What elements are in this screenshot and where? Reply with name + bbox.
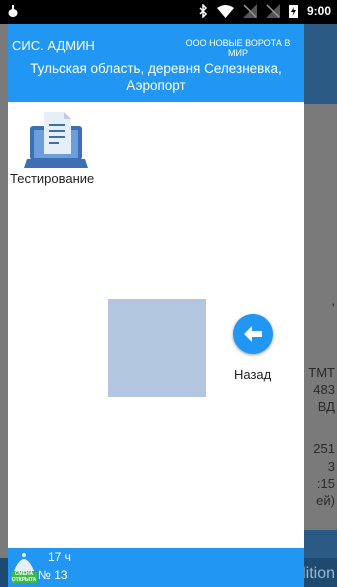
background-bottom-bar: [304, 530, 337, 558]
shift-number: № 13: [38, 568, 68, 582]
signal-off-icon: [242, 4, 257, 18]
bluetooth-icon: [199, 4, 208, 18]
company-name: ООО НОВЫЕ ВОРОТА В МИР: [185, 38, 291, 58]
background-text: :15: [316, 476, 335, 491]
background-text: 483: [313, 382, 335, 397]
clock: 9:00: [306, 4, 331, 18]
placeholder-image: [108, 299, 206, 397]
background-text: 251: [313, 441, 335, 456]
signal-off-icon: [265, 4, 280, 18]
navigation-drawer: СИС. АДМИН ООО НОВЫЕ ВОРОТА В МИР Тульск…: [8, 24, 304, 548]
back-label: Назад: [234, 367, 272, 382]
shift-bell-icon: [14, 553, 34, 571]
background-header: [304, 24, 337, 104]
background-text: ВД: [317, 399, 335, 414]
background-text: ей): [316, 493, 335, 508]
background-text: ТМТ: [308, 365, 335, 380]
menu-item-label: Тестирование: [10, 171, 95, 186]
background-text: 3: [327, 459, 335, 474]
back-button[interactable]: Назад: [230, 314, 286, 384]
shift-status-badge: СМЕНА ОТКРЫТА: [11, 551, 37, 583]
battery-charging-icon: [288, 5, 298, 18]
location-address: Тульская область, деревня Селезневка, Аэ…: [30, 61, 282, 93]
wifi-icon: [216, 4, 234, 18]
status-bar: 9:00: [0, 0, 337, 24]
background-text: ,: [331, 293, 335, 308]
shift-status-text: СМЕНА ОТКРЫТА: [11, 571, 37, 583]
hours-counter: 17 ч: [48, 550, 71, 564]
drawer-footer: СМЕНА ОТКРЫТА 17 ч № 13: [8, 548, 304, 587]
menu-item-testing[interactable]: Тестирование: [8, 108, 108, 188]
back-arrow-icon: [233, 314, 273, 354]
laptop-document-icon: [24, 112, 88, 168]
android-debug-icon: [8, 5, 18, 17]
drawer-header: СИС. АДМИН ООО НОВЫЕ ВОРОТА В МИР Тульск…: [8, 24, 304, 102]
user-name: СИС. АДМИН: [12, 38, 95, 53]
